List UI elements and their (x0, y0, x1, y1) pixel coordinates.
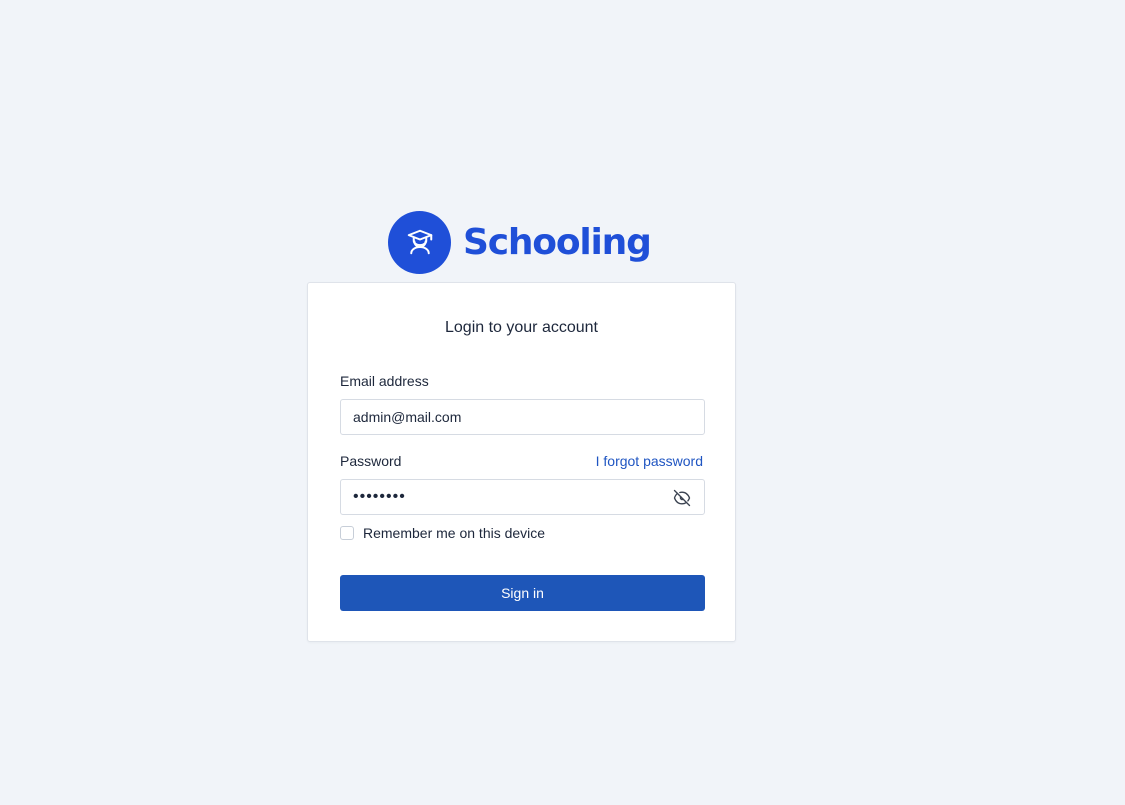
password-field[interactable]: •••••••• (340, 479, 705, 515)
password-value: •••••••• (353, 488, 406, 505)
login-card: Login to your account Email address admi… (307, 282, 736, 642)
eye-off-icon[interactable] (672, 488, 692, 508)
sign-in-button[interactable]: Sign in (340, 575, 705, 611)
brand-name: Schooling (463, 222, 652, 263)
remember-label: Remember me on this device (363, 525, 546, 541)
forgot-password-link[interactable]: I forgot password (596, 453, 703, 469)
email-value: admin@mail.com (353, 409, 462, 425)
login-title: Login to your account (445, 319, 598, 336)
remember-me-option[interactable]: Remember me on this device (340, 525, 545, 541)
logo-icon (388, 210, 451, 274)
email-field[interactable]: admin@mail.com (340, 399, 705, 435)
login-page: Schooling Login to your account Email ad… (0, 0, 1125, 805)
brand-header: Schooling (388, 210, 652, 274)
email-label: Email address (340, 373, 429, 389)
password-label: Password (340, 453, 402, 469)
remember-checkbox[interactable] (340, 526, 354, 540)
